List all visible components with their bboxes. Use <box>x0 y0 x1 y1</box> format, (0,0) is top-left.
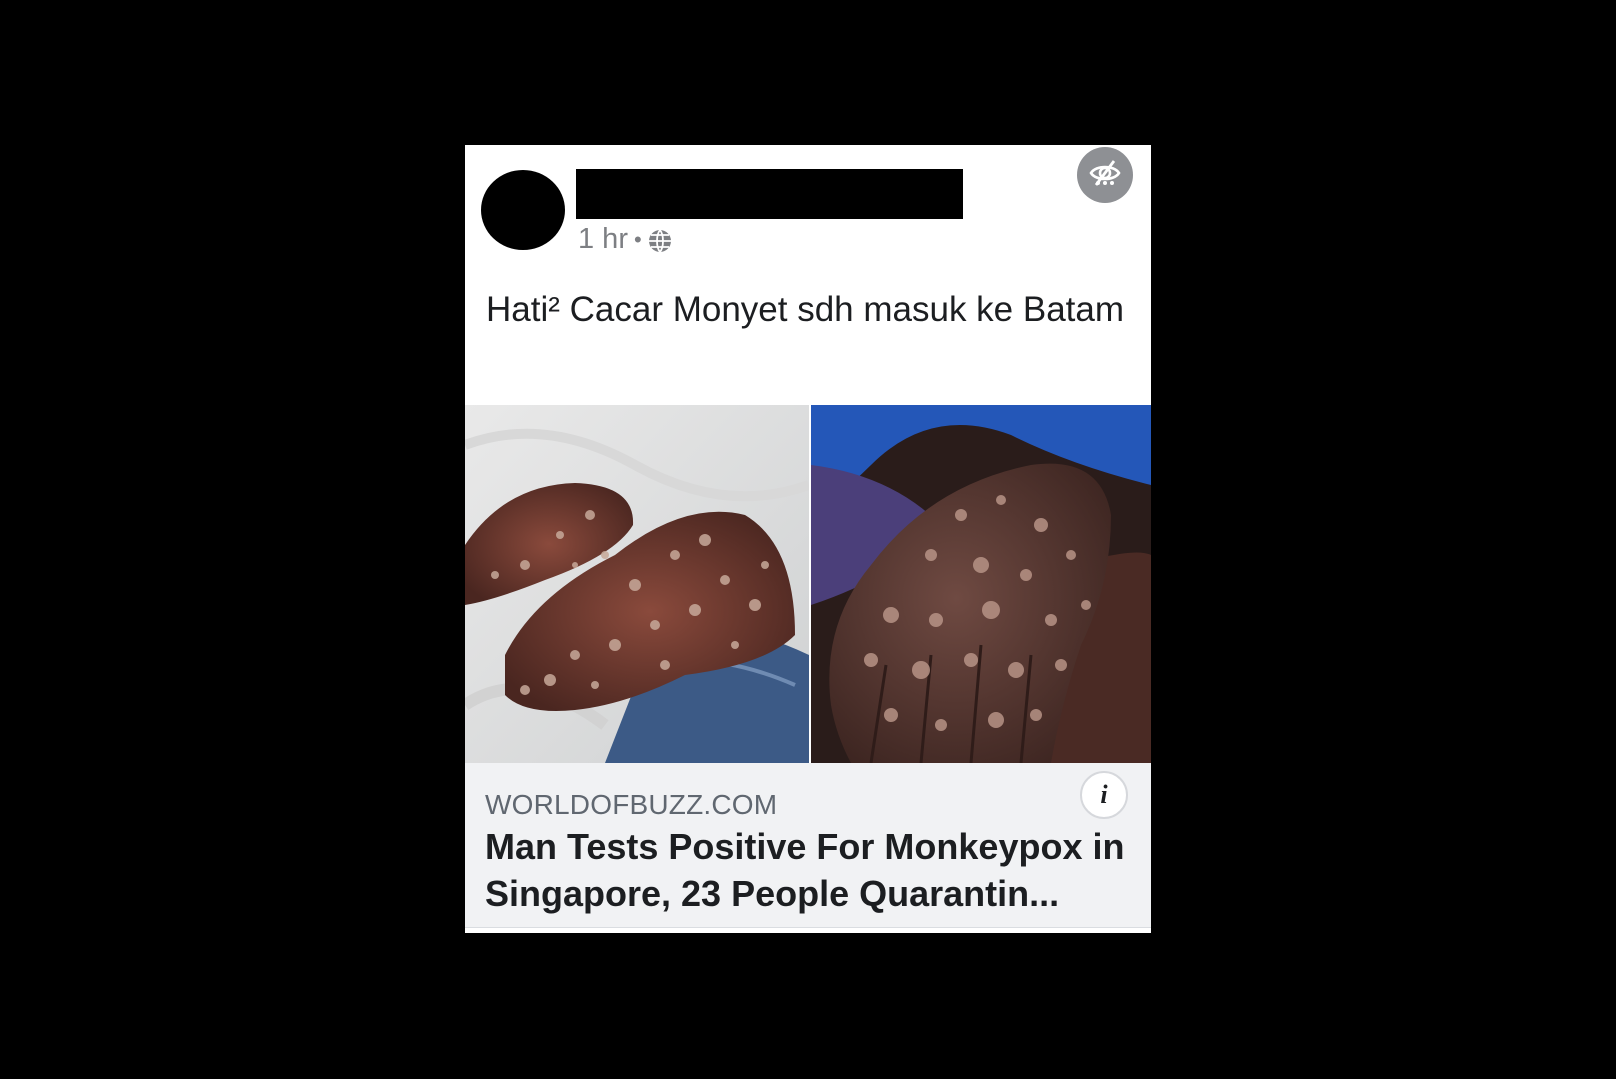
globe-icon[interactable] <box>648 228 672 253</box>
author-name-redacted[interactable] <box>576 169 963 219</box>
link-domain: WORLDOFBUZZ.COM <box>485 789 778 820</box>
link-preview-image[interactable] <box>465 405 1151 763</box>
screenshot-frame: 1 hr • Hati² Cacar Monyet sdh masuk ke B… <box>0 0 1616 1079</box>
facebook-post-card: 1 hr • Hati² Cacar Monyet sdh masuk ke B… <box>465 145 1151 933</box>
link-title[interactable]: Man Tests Positive For Monkeypox in Sing… <box>485 823 1125 917</box>
post-message: Hati² Cacar Monyet sdh masuk ke Batam <box>486 290 1125 329</box>
link-preview[interactable]: WORLDOFBUZZ.COM Man Tests Positive For M… <box>465 763 1151 927</box>
photo-feet-with-rash <box>465 405 809 763</box>
photo-hand-with-rash <box>811 405 1151 763</box>
meta-separator: • <box>633 226 642 252</box>
post-timestamp[interactable]: 1 hr <box>578 223 628 256</box>
post-header: 1 hr • <box>465 145 1151 275</box>
eye-slash-icon <box>1088 156 1122 195</box>
avatar-redacted[interactable] <box>481 170 565 250</box>
post-meta: 1 hr • <box>578 223 672 256</box>
info-icon[interactable]: i <box>1080 771 1128 819</box>
card-divider <box>465 927 1151 933</box>
hide-post-button[interactable] <box>1077 147 1133 203</box>
